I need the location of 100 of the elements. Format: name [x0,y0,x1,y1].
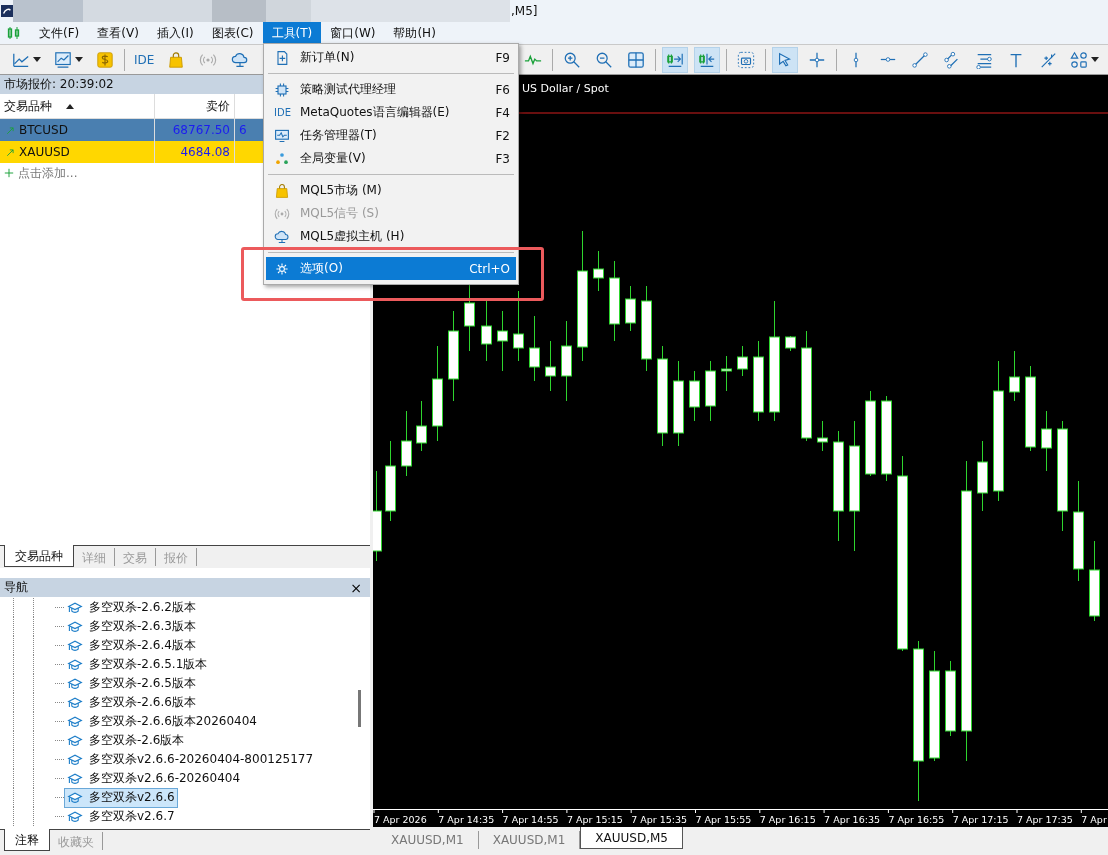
column-header[interactable]: 交易品种 [0,94,155,118]
tree-item[interactable]: 多空双杀-2.6.5版本 [64,673,199,694]
tree-item[interactable]: 多空双杀-2.6.3版本 [64,616,199,637]
time-axis-label: 7 Apr 17:15 [952,814,1009,825]
camera-icon [737,50,755,69]
monitor-icon [274,127,290,144]
doc-icon [274,49,290,66]
close-button[interactable]: × [348,580,364,595]
tree-item[interactable]: 多空双杀-2.6.6版本 [64,692,199,713]
time-axis-label: 7 Apr 15:55 [695,814,752,825]
bid-price: 4684.08 [180,145,230,159]
window-title: ,M5] [511,4,538,18]
candlestick [721,355,732,392]
tree-item[interactable]: 多空双杀-2.6版本 [64,730,188,751]
tree-item[interactable]: 多空双杀v2.6.7 [64,806,178,827]
chip-icon [274,81,290,98]
toolbar-button[interactable] [772,46,798,73]
tree-item[interactable]: 多空双杀v2.6.6-20260404 [64,768,244,789]
tree-item[interactable]: 多空双杀-2.6.5.1版本 [64,654,211,675]
chart-tab[interactable]: XAUUSD,M1 [377,831,479,849]
candlestick [497,310,508,372]
candlestick [625,285,636,332]
candlestick [689,370,700,422]
ide-button[interactable]: IDE [131,46,158,73]
candlestick [785,335,796,352]
caret-icon [1091,57,1099,62]
candlestick [737,345,748,377]
candlestick [416,400,427,452]
time-axis-label: 7 Apr 16:35 [824,814,880,825]
candlestick-icon [6,25,22,41]
tree-item[interactable]: 多空双杀v2.6.6 [64,787,178,808]
symbol-name: BTCUSD [19,123,68,137]
navigator-title: 导航 [4,579,28,596]
shapes-icon [1070,50,1088,69]
app-icon [1,4,13,18]
cloud-icon [231,50,250,69]
plus-icon [3,167,15,179]
toolbar-button[interactable] [662,46,688,73]
menu-item[interactable]: 工具(T) [262,22,322,44]
candlestick [481,300,492,362]
panel-tab[interactable]: 注释 [4,829,50,851]
dots-icon [274,150,290,167]
time-axis-label: 7 Apr 16:15 [759,814,816,825]
chart-tab[interactable]: XAUUSD,M5 [580,827,683,849]
scrollbar-thumb[interactable] [358,690,361,727]
gear-icon [274,260,290,277]
panel-tab[interactable]: 交易品种 [4,545,74,567]
bag-icon [167,50,186,69]
caret-icon [32,57,41,62]
hline-icon [879,56,897,63]
candlestick [545,340,556,392]
add-symbol-link[interactable]: 点击添加... [18,164,78,182]
channel-icon [943,50,961,69]
tree-item[interactable]: 多空双杀-2.6.4版本 [64,635,199,656]
chart-window-icon [53,50,72,69]
symbol-name: XAUUSD [19,145,70,159]
menu-item[interactable]: 新订单(N) F9 [266,46,516,69]
menu-item[interactable]: 查看(V) [88,22,148,44]
time-axis-label: 7 Apr 17:35 [1017,814,1073,825]
menu-item[interactable]: MQL5市场 (M) [266,179,516,202]
menu-item[interactable]: 插入(I) [147,22,203,44]
candlestick [705,360,716,422]
candlestick [1009,350,1020,402]
price-value: 6 [239,123,247,137]
sort-icon [66,103,74,109]
menu-item[interactable]: 图表(C) [202,22,263,44]
menu-item[interactable]: 窗口(W) [321,22,385,44]
ide-label: IDE [274,107,290,118]
candlestick [977,440,988,512]
menu-item[interactable]: 帮助(H) [384,22,445,44]
caret-icon [74,57,83,62]
time-axis-label: 7 Apr 14:35 [438,814,495,825]
cloud-icon [274,228,290,245]
time-axis-label: 7 Apr 15:15 [566,814,623,825]
tree-item[interactable]: 多空双杀-2.6.6版本20260404 [64,711,260,732]
tree-item[interactable]: 多空双杀v2.6.6-20260404-800125177 [64,749,317,770]
time-axis-label: 7 Apr 2026 [374,814,427,825]
column-header[interactable]: 卖价 [155,94,235,118]
time-axis-label: 7 Apr 16:55 [888,814,945,825]
candlestick [817,420,828,452]
candlestick [401,410,412,477]
candlestick [1041,410,1052,472]
menu-item[interactable]: 选项(O) Ctrl+O [266,257,516,280]
dollar-icon [96,50,114,69]
time-axis-label: 7 Apr 15:35 [631,814,688,825]
menu-item[interactable]: MQL5虚拟主机 (H) [266,225,516,248]
candlestick [593,250,604,292]
menu-item[interactable]: 文件(F) [30,22,89,44]
candlestick [529,315,540,382]
bag-icon [274,182,290,199]
candlestick [513,290,524,362]
toolbar-button[interactable] [694,46,720,73]
time-axis-label: 7 Apr 14:55 [502,814,559,825]
cross-icon [808,50,826,69]
time-axis-label: 7 Apr [1081,814,1107,825]
grid-icon [627,50,645,69]
chart-title: US Dollar / Spot [522,82,609,95]
tree-item[interactable]: 多空双杀-2.6.2版本 [64,597,199,618]
trend-icon [911,50,929,69]
bid-price: 68767.50 [172,123,230,137]
